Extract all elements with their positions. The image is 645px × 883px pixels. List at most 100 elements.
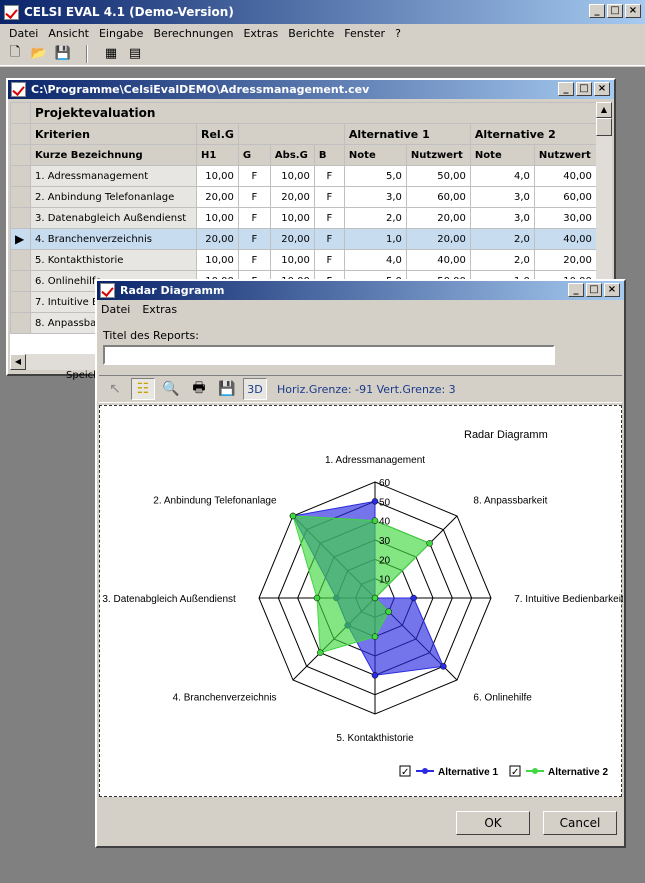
table-cell[interactable]: 10,00 — [269, 207, 315, 229]
table-cell[interactable]: 60,00 — [533, 186, 597, 208]
doc-maximize-button[interactable]: □ — [576, 82, 592, 96]
table-cell[interactable]: 4,0 — [469, 165, 535, 187]
3d-toggle-button[interactable]: 3D — [243, 378, 267, 400]
radar-menu-extras[interactable]: Extras — [142, 303, 177, 316]
print-icon[interactable]: 🖶 — [187, 378, 211, 400]
table-row[interactable]: ▶ 4. Branchenverzeichnis 20,00 F 20,00 F 1,0 20… — [10, 228, 597, 250]
table-cell[interactable]: 3,0 — [469, 186, 535, 208]
table-cell[interactable]: 2,0 — [469, 228, 535, 250]
legend-check: ✓ — [401, 767, 409, 778]
table-cell[interactable]: 5,0 — [343, 165, 407, 187]
table-cell[interactable]: 10,00 — [196, 165, 239, 187]
menu-ansicht[interactable]: Ansicht — [48, 27, 89, 40]
table-cell[interactable]: 1. Adressmanagement — [30, 165, 197, 187]
minimize-button[interactable]: _ — [589, 4, 605, 18]
table-cell[interactable]: 3,0 — [469, 207, 535, 229]
row-indicator[interactable] — [10, 270, 31, 292]
table-cell[interactable]: 3. Datenabgleich Außendienst — [30, 207, 197, 229]
row-indicator[interactable] — [10, 165, 31, 187]
table-cell[interactable]: 20,00 — [196, 186, 239, 208]
legend-toggle-icon[interactable]: ☷ — [131, 378, 155, 400]
radar-close-button[interactable]: × — [604, 283, 620, 297]
table-cell[interactable]: 10,00 — [269, 165, 315, 187]
row-indicator[interactable] — [10, 207, 31, 229]
table-cell[interactable]: 40,00 — [533, 165, 597, 187]
column-absg: Abs.G — [269, 144, 315, 166]
cancel-button[interactable]: Cancel — [543, 811, 617, 835]
menu-datei[interactable]: Datei — [9, 27, 38, 40]
doc-close-button[interactable]: × — [594, 82, 610, 96]
chart-report-icon[interactable]: ▤ — [126, 45, 144, 63]
table-cell[interactable]: 10,00 — [196, 249, 239, 271]
table-cell[interactable]: 20,00 — [405, 228, 471, 250]
table-cell[interactable]: 3,0 — [343, 186, 407, 208]
radar-maximize-button[interactable]: □ — [586, 283, 602, 297]
scroll-up-button[interactable]: ▲ — [596, 102, 612, 118]
table-cell[interactable]: F — [237, 228, 271, 250]
data-point — [289, 512, 297, 520]
table-cell[interactable]: F — [237, 165, 271, 187]
save-icon[interactable]: 💾 — [54, 45, 72, 63]
row-indicator[interactable] — [10, 291, 31, 313]
table-cell[interactable]: F — [313, 228, 345, 250]
scroll-thumb[interactable] — [596, 118, 612, 136]
row-indicator[interactable]: ▶ — [10, 228, 31, 250]
save-chart-icon[interactable]: 💾 — [215, 378, 239, 400]
table-cell[interactable]: 2,0 — [343, 207, 407, 229]
table-row[interactable]: 1. Adressmanagement 10,00 F 10,00 F 5,0 50,00 4… — [10, 165, 597, 187]
ok-button[interactable]: OK — [456, 811, 530, 835]
table-cell[interactable]: 2. Anbindung Telefonanlage — [30, 186, 197, 208]
pointer-icon[interactable]: ↖ — [103, 378, 127, 400]
table-cell[interactable]: F — [313, 186, 345, 208]
table-cell[interactable]: 1,0 — [343, 228, 407, 250]
table-cell[interactable]: 20,00 — [269, 186, 315, 208]
report-title-input[interactable] — [103, 345, 555, 365]
table-cell[interactable]: 20,00 — [196, 228, 239, 250]
calculator-icon[interactable]: ▦ — [102, 45, 120, 63]
zoom-icon[interactable]: 🔍 — [159, 378, 183, 400]
row-indicator[interactable] — [10, 186, 31, 208]
table-cell[interactable]: 40,00 — [533, 228, 597, 250]
menu-berichte[interactable]: Berichte — [288, 27, 334, 40]
legend-label: Alternative 1 — [438, 767, 498, 778]
menu-help[interactable]: ? — [395, 27, 401, 40]
table-row[interactable]: 5. Kontakthistorie 10,00 F 10,00 F 4,0 40,00 2,… — [10, 249, 597, 271]
radar-minimize-button[interactable]: _ — [568, 283, 584, 297]
menu-eingabe[interactable]: Eingabe — [99, 27, 143, 40]
table-cell[interactable]: F — [313, 165, 345, 187]
table-cell[interactable]: 4,0 — [343, 249, 407, 271]
document-title: C:\Programme\CelsiEvalDEMO\Adressmanagem… — [31, 83, 370, 96]
menu-fenster[interactable]: Fenster — [344, 27, 385, 40]
table-cell[interactable]: 10,00 — [196, 207, 239, 229]
table-row[interactable]: 2. Anbindung Telefonanlage 20,00 F 20,00 F 3,… — [10, 186, 597, 208]
table-cell[interactable]: F — [237, 186, 271, 208]
close-button[interactable]: × — [625, 4, 641, 18]
table-cell[interactable]: F — [237, 249, 271, 271]
maximize-button[interactable]: □ — [607, 4, 623, 18]
table-row[interactable]: 3. Datenabgleich Außendienst 10,00 F 10,00 F… — [10, 207, 597, 229]
table-cell[interactable]: 30,00 — [533, 207, 597, 229]
scroll-left-button[interactable]: ◀ — [10, 354, 26, 370]
table-cell[interactable]: 5. Kontakthistorie — [30, 249, 197, 271]
doc-minimize-button[interactable]: _ — [558, 82, 574, 96]
table-cell[interactable]: 60,00 — [405, 186, 471, 208]
table-cell[interactable]: F — [313, 207, 345, 229]
table-cell[interactable]: 2,0 — [469, 249, 535, 271]
row-indicator[interactable] — [10, 312, 31, 334]
table-cell[interactable]: 20,00 — [269, 228, 315, 250]
table-cell[interactable]: 20,00 — [405, 207, 471, 229]
app-icon — [4, 4, 19, 20]
row-indicator[interactable] — [10, 249, 31, 271]
menu-berechnungen[interactable]: Berechnungen — [153, 27, 233, 40]
table-cell[interactable]: F — [313, 249, 345, 271]
table-cell[interactable]: 20,00 — [533, 249, 597, 271]
table-cell[interactable]: F — [237, 207, 271, 229]
open-folder-icon[interactable]: 📂 — [30, 45, 48, 63]
table-cell[interactable]: 50,00 — [405, 165, 471, 187]
table-cell[interactable]: 10,00 — [269, 249, 315, 271]
menu-extras[interactable]: Extras — [243, 27, 278, 40]
table-cell[interactable]: 4. Branchenverzeichnis — [30, 228, 197, 250]
radar-menu-datei[interactable]: Datei — [101, 303, 130, 316]
new-file-icon[interactable]: 🗋 — [6, 45, 24, 63]
table-cell[interactable]: 40,00 — [405, 249, 471, 271]
